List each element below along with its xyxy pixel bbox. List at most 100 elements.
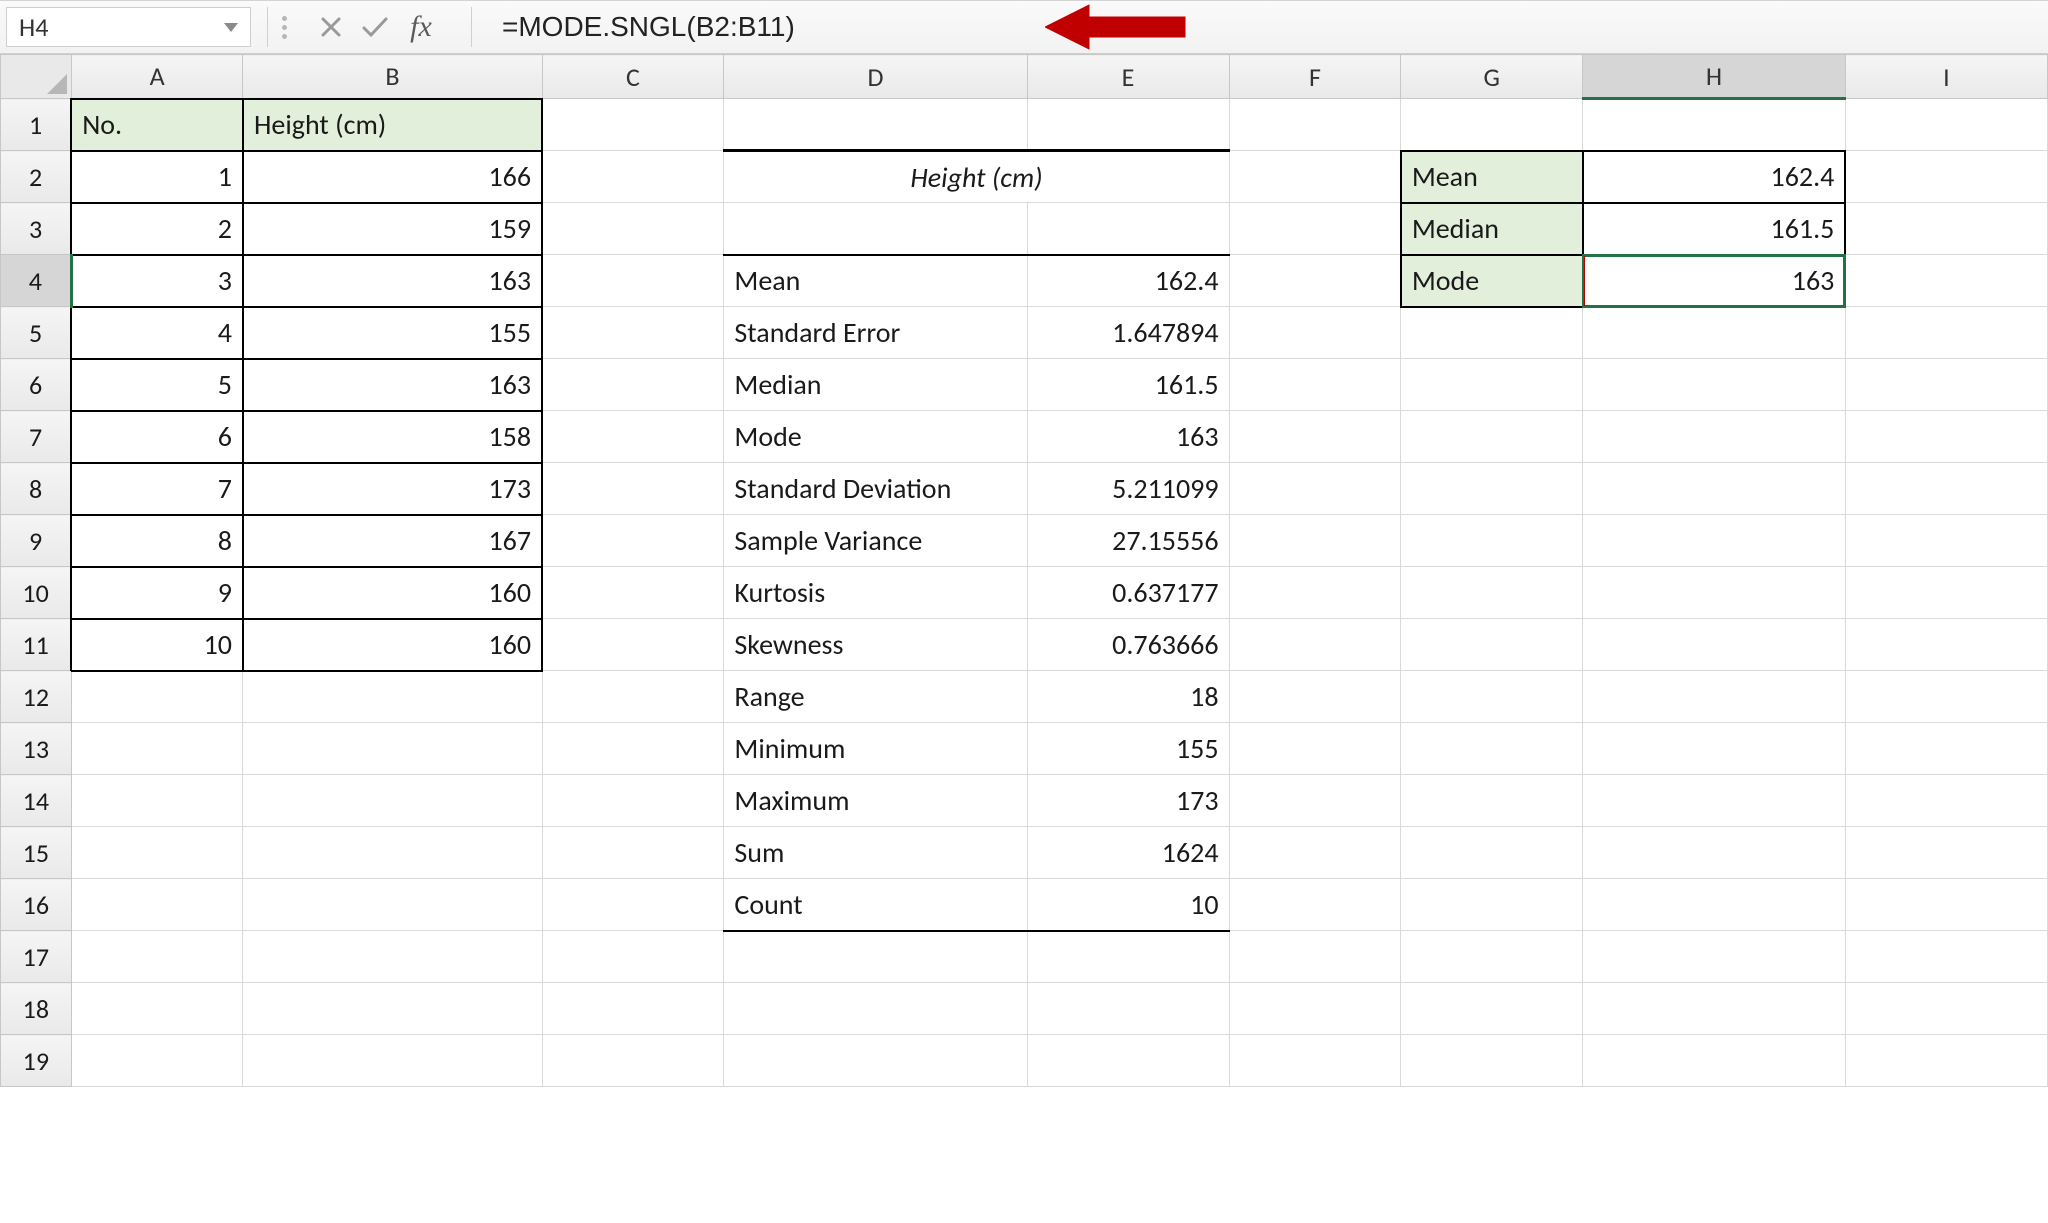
cell-G4[interactable]: Mode xyxy=(1401,255,1583,307)
cell-B9[interactable]: 167 xyxy=(243,515,542,567)
row-header[interactable]: 6 xyxy=(1,359,72,411)
cell-I18[interactable] xyxy=(1845,983,2047,1035)
cell-F8[interactable] xyxy=(1229,463,1401,515)
row-header[interactable]: 5 xyxy=(1,307,72,359)
row-header[interactable]: 1 xyxy=(1,99,72,151)
cell-F15[interactable] xyxy=(1229,827,1401,879)
cell-A15[interactable] xyxy=(71,827,243,879)
cell-G17[interactable] xyxy=(1401,931,1583,983)
cell-A13[interactable] xyxy=(71,723,243,775)
cell-I2[interactable] xyxy=(1845,151,2047,203)
cell-B18[interactable] xyxy=(243,983,542,1035)
cell-B8[interactable]: 173 xyxy=(243,463,542,515)
cell-E9[interactable]: 27.15556 xyxy=(1027,515,1229,567)
cell-G1[interactable] xyxy=(1401,99,1583,151)
row-header[interactable]: 4 xyxy=(1,255,72,307)
cell-E7[interactable]: 163 xyxy=(1027,411,1229,463)
formula-input[interactable] xyxy=(486,7,2048,47)
col-header-E[interactable]: E xyxy=(1027,55,1229,99)
cell-B6[interactable]: 163 xyxy=(243,359,542,411)
cell-H10[interactable] xyxy=(1583,567,1846,619)
cell-I9[interactable] xyxy=(1845,515,2047,567)
cell-D2[interactable]: Height (cm) xyxy=(724,151,1229,203)
cell-I7[interactable] xyxy=(1845,411,2047,463)
cell-D15[interactable]: Sum xyxy=(724,827,1027,879)
cell-H8[interactable] xyxy=(1583,463,1846,515)
cell-D8[interactable]: Standard Deviation xyxy=(724,463,1027,515)
row-header[interactable]: 3 xyxy=(1,203,72,255)
cell-A11[interactable]: 10 xyxy=(71,619,243,671)
cell-B14[interactable] xyxy=(243,775,542,827)
col-header-C[interactable]: C xyxy=(542,55,724,99)
cell-C2[interactable] xyxy=(542,151,724,203)
cell-H12[interactable] xyxy=(1583,671,1846,723)
insert-function-button[interactable]: fx xyxy=(397,10,445,44)
cell-A18[interactable] xyxy=(71,983,243,1035)
cell-B19[interactable] xyxy=(243,1035,542,1087)
cell-C10[interactable] xyxy=(542,567,724,619)
row-header[interactable]: 13 xyxy=(1,723,72,775)
name-box[interactable]: H4 xyxy=(6,7,251,47)
cell-B16[interactable] xyxy=(243,879,542,931)
cell-B4[interactable]: 163 xyxy=(243,255,542,307)
cell-I6[interactable] xyxy=(1845,359,2047,411)
cell-G11[interactable] xyxy=(1401,619,1583,671)
cell-G16[interactable] xyxy=(1401,879,1583,931)
cell-F2[interactable] xyxy=(1229,151,1401,203)
cell-C8[interactable] xyxy=(542,463,724,515)
cell-A17[interactable] xyxy=(71,931,243,983)
cell-C19[interactable] xyxy=(542,1035,724,1087)
row-header[interactable]: 15 xyxy=(1,827,72,879)
enter-button[interactable] xyxy=(353,7,397,47)
cell-C12[interactable] xyxy=(542,671,724,723)
cell-B17[interactable] xyxy=(243,931,542,983)
cell-E11[interactable]: 0.763666 xyxy=(1027,619,1229,671)
cell-A4[interactable]: 3 xyxy=(71,255,243,307)
cell-F13[interactable] xyxy=(1229,723,1401,775)
cell-I17[interactable] xyxy=(1845,931,2047,983)
cell-E16[interactable]: 10 xyxy=(1027,879,1229,931)
cell-D5[interactable]: Standard Error xyxy=(724,307,1027,359)
cell-H13[interactable] xyxy=(1583,723,1846,775)
cell-E5[interactable]: 1.647894 xyxy=(1027,307,1229,359)
row-header[interactable]: 14 xyxy=(1,775,72,827)
cell-F16[interactable] xyxy=(1229,879,1401,931)
row-header[interactable]: 11 xyxy=(1,619,72,671)
cell-E6[interactable]: 161.5 xyxy=(1027,359,1229,411)
cell-G3[interactable]: Median xyxy=(1401,203,1583,255)
cell-H15[interactable] xyxy=(1583,827,1846,879)
cell-F4[interactable] xyxy=(1229,255,1401,307)
cell-D10[interactable]: Kurtosis xyxy=(724,567,1027,619)
cell-B5[interactable]: 155 xyxy=(243,307,542,359)
cell-D13[interactable]: Minimum xyxy=(724,723,1027,775)
cell-E12[interactable]: 18 xyxy=(1027,671,1229,723)
cell-G6[interactable] xyxy=(1401,359,1583,411)
cell-C7[interactable] xyxy=(542,411,724,463)
row-header[interactable]: 8 xyxy=(1,463,72,515)
cell-A7[interactable]: 6 xyxy=(71,411,243,463)
cell-C15[interactable] xyxy=(542,827,724,879)
row-header[interactable]: 16 xyxy=(1,879,72,931)
cell-H4[interactable]: 163 xyxy=(1583,255,1846,307)
cell-I3[interactable] xyxy=(1845,203,2047,255)
cell-F7[interactable] xyxy=(1229,411,1401,463)
cell-C5[interactable] xyxy=(542,307,724,359)
cell-I16[interactable] xyxy=(1845,879,2047,931)
cell-E18[interactable] xyxy=(1027,983,1229,1035)
cell-B1[interactable]: Height (cm) xyxy=(243,99,542,151)
row-header[interactable]: 17 xyxy=(1,931,72,983)
cell-C16[interactable] xyxy=(542,879,724,931)
col-header-D[interactable]: D xyxy=(724,55,1027,99)
cell-I14[interactable] xyxy=(1845,775,2047,827)
cell-D4[interactable]: Mean xyxy=(724,255,1027,307)
cell-F14[interactable] xyxy=(1229,775,1401,827)
cell-G13[interactable] xyxy=(1401,723,1583,775)
cell-C14[interactable] xyxy=(542,775,724,827)
cell-C1[interactable] xyxy=(542,99,724,151)
spreadsheet-grid[interactable]: A B C D E F G H I 1No.Height (cm)21166He… xyxy=(0,54,2048,1087)
cell-H18[interactable] xyxy=(1583,983,1846,1035)
cell-F11[interactable] xyxy=(1229,619,1401,671)
cell-C9[interactable] xyxy=(542,515,724,567)
cell-B7[interactable]: 158 xyxy=(243,411,542,463)
row-header[interactable]: 7 xyxy=(1,411,72,463)
